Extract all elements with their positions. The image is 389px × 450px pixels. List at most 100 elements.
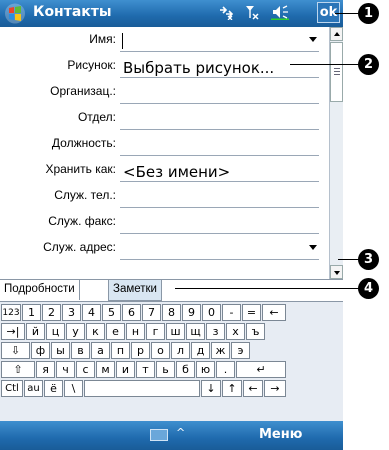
key-letter[interactable]: п xyxy=(111,342,130,359)
key-2[interactable]: 2 xyxy=(42,304,61,321)
key-letter[interactable]: щ xyxy=(186,323,205,340)
key-minus[interactable]: - xyxy=(222,304,241,321)
key-up[interactable]: ↑ xyxy=(222,380,242,397)
key-left[interactable]: ← xyxy=(243,380,263,397)
key-ctrl[interactable]: Ctl xyxy=(1,380,23,397)
name-row: Имя: xyxy=(0,27,329,53)
key-letter[interactable]: с xyxy=(76,361,95,378)
work-phone-field[interactable] xyxy=(120,187,319,208)
input-menu-caret-icon[interactable]: ^ xyxy=(176,426,185,439)
key-letter[interactable]: ц xyxy=(46,323,65,340)
company-field[interactable] xyxy=(120,83,319,104)
key-letter[interactable]: в xyxy=(71,342,90,359)
key-4[interactable]: 4 xyxy=(82,304,101,321)
callout-1: 1 xyxy=(358,3,379,24)
key-0[interactable]: 0 xyxy=(202,304,221,321)
connectivity-icon[interactable] xyxy=(218,4,234,24)
key-right[interactable]: → xyxy=(264,380,286,397)
start-menu-icon[interactable] xyxy=(4,3,26,24)
file-as-field[interactable]: <Без имени> xyxy=(120,161,319,182)
menu-button[interactable]: Меню xyxy=(259,427,302,442)
key-period[interactable]: . xyxy=(216,361,235,378)
key-letter[interactable]: ы xyxy=(51,342,70,359)
key-123[interactable]: 123 xyxy=(1,304,21,321)
key-3[interactable]: 3 xyxy=(62,304,81,321)
key-letter[interactable]: ъ xyxy=(246,323,265,340)
key-letter[interactable]: т xyxy=(136,361,155,378)
key-space[interactable] xyxy=(84,380,200,397)
callout-line-1 xyxy=(335,13,359,14)
company-row: Организац.: xyxy=(0,79,329,105)
key-letter[interactable]: г xyxy=(146,323,165,340)
job-title-field[interactable] xyxy=(120,135,319,156)
select-picture-link[interactable]: Выбрать рисунок... xyxy=(123,59,274,77)
key-letter[interactable]: й xyxy=(26,323,45,340)
picture-row: Рисунок: Выбрать рисунок... xyxy=(0,53,329,79)
address-dropdown-arrow-icon[interactable] xyxy=(309,245,317,250)
key-letter[interactable]: а xyxy=(91,342,110,359)
contact-form: Имя: Рисунок: Выбрать рисунок... Организ… xyxy=(0,27,329,280)
key-letter[interactable]: ж xyxy=(211,342,230,359)
key-letter[interactable]: р xyxy=(131,342,150,359)
scroll-thumb[interactable] xyxy=(330,42,343,102)
key-letter[interactable]: н xyxy=(126,323,145,340)
key-tab[interactable]: →| xyxy=(1,323,25,340)
key-letter[interactable]: ш xyxy=(166,323,185,340)
callout-line-2 xyxy=(290,64,359,65)
tab-details[interactable]: Подробности xyxy=(0,280,80,300)
name-field[interactable] xyxy=(120,31,319,52)
name-dropdown-arrow-icon[interactable] xyxy=(309,37,317,42)
key-equals[interactable]: = xyxy=(242,304,261,321)
department-row: Отдел: xyxy=(0,105,329,131)
work-address-field[interactable] xyxy=(120,239,319,260)
key-letter[interactable]: ч xyxy=(56,361,75,378)
key-yo[interactable]: ё xyxy=(44,380,63,397)
key-down[interactable]: ↓ xyxy=(201,380,221,397)
department-field[interactable] xyxy=(120,109,319,130)
key-au[interactable]: au xyxy=(24,380,43,397)
scroll-down-icon xyxy=(334,271,340,275)
key-5[interactable]: 5 xyxy=(102,304,121,321)
key-letter[interactable]: я xyxy=(36,361,55,378)
key-letter[interactable]: д xyxy=(191,342,210,359)
device-screen: Контакты ok Имя: Рисунок: Выбрать рисуно… xyxy=(0,0,343,450)
signal-off-icon[interactable] xyxy=(244,4,260,24)
title-bar: Контакты ok xyxy=(0,0,343,27)
key-7[interactable]: 7 xyxy=(142,304,161,321)
picture-field[interactable]: Выбрать рисунок... xyxy=(120,57,319,78)
volume-icon[interactable] xyxy=(270,4,289,24)
picture-label: Рисунок: xyxy=(67,58,116,72)
key-letter[interactable]: и xyxy=(116,361,135,378)
key-letter[interactable]: з xyxy=(206,323,225,340)
key-letter[interactable]: о xyxy=(151,342,170,359)
tab-notes[interactable]: Заметки xyxy=(108,280,162,301)
key-1[interactable]: 1 xyxy=(22,304,41,321)
key-letter[interactable]: ь xyxy=(156,361,175,378)
key-backspace[interactable]: ← xyxy=(262,304,286,321)
key-letter[interactable]: м xyxy=(96,361,115,378)
key-letter[interactable]: ю xyxy=(196,361,215,378)
key-9[interactable]: 9 xyxy=(182,304,201,321)
key-letter[interactable]: е xyxy=(106,323,125,340)
key-letter[interactable]: б xyxy=(176,361,195,378)
key-backslash[interactable]: \ xyxy=(64,380,83,397)
work-fax-field[interactable] xyxy=(120,213,319,234)
scroll-up-button[interactable] xyxy=(330,27,343,41)
scroll-down-button[interactable] xyxy=(330,265,343,279)
key-caps[interactable]: ⇩ xyxy=(1,342,30,359)
key-6[interactable]: 6 xyxy=(122,304,141,321)
callout-3: 3 xyxy=(358,249,379,270)
key-letter[interactable]: э xyxy=(231,342,250,359)
key-letter[interactable]: ф xyxy=(31,342,50,359)
tab-strip: Подробности Заметки xyxy=(0,279,343,302)
key-letter[interactable]: л xyxy=(171,342,190,359)
key-shift[interactable]: ⇧ xyxy=(1,361,35,378)
keyboard-icon[interactable] xyxy=(150,429,168,441)
callout-2: 2 xyxy=(358,54,379,75)
key-letter[interactable]: к xyxy=(86,323,105,340)
callout-line-4 xyxy=(175,288,359,289)
key-8[interactable]: 8 xyxy=(162,304,181,321)
key-letter[interactable]: х xyxy=(226,323,245,340)
key-letter[interactable]: у xyxy=(66,323,85,340)
key-enter[interactable]: ↵ xyxy=(236,361,286,378)
